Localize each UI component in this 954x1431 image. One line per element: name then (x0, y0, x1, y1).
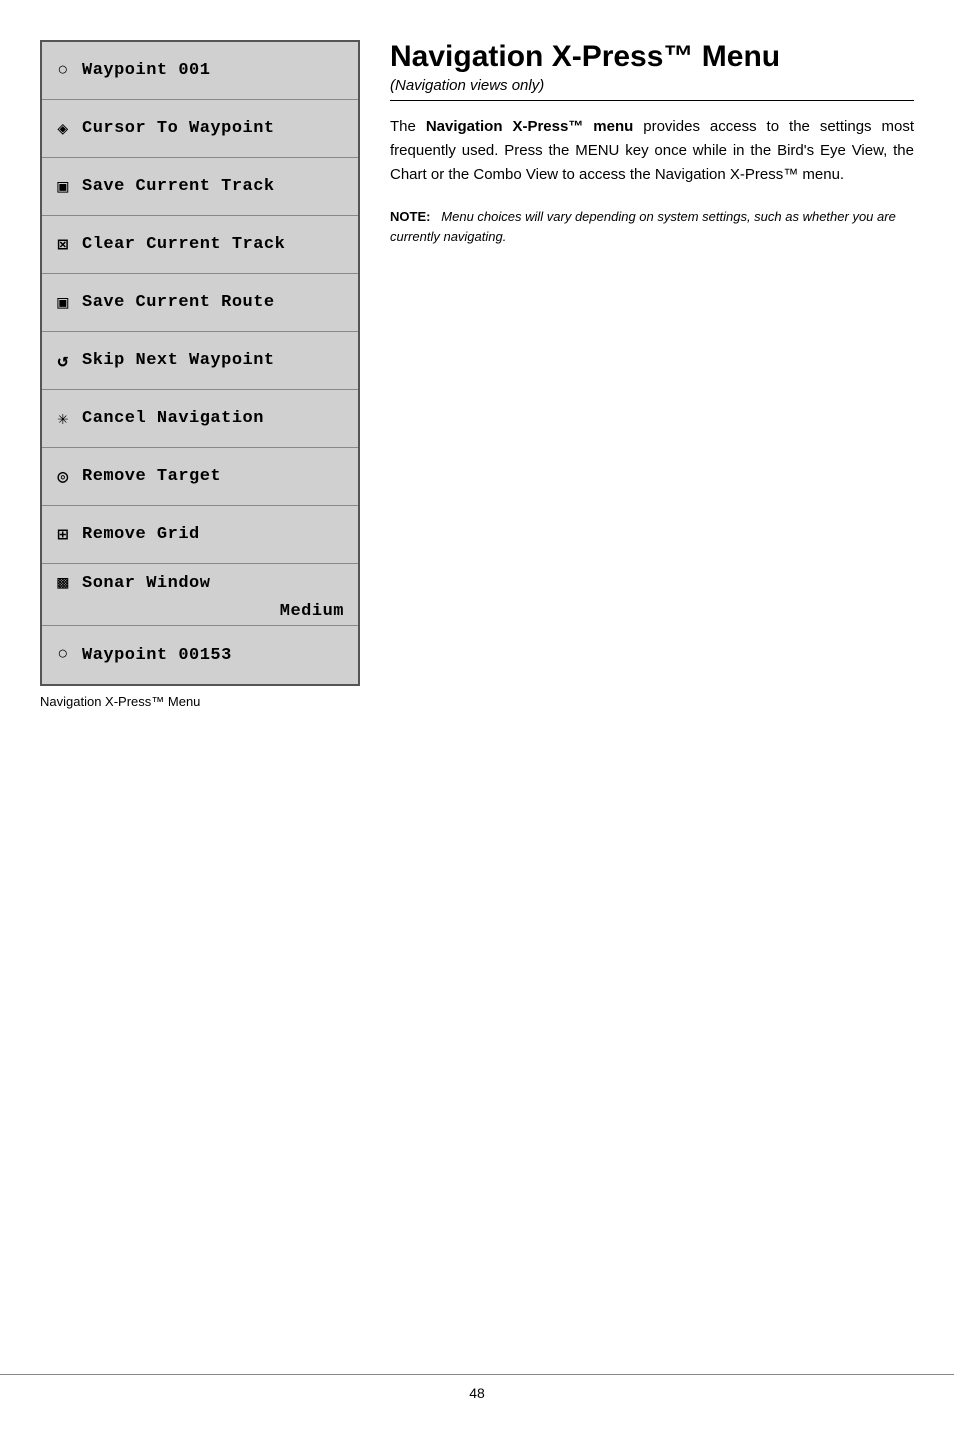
menu-item-save-current-track[interactable]: ▣ Save Current Track (42, 158, 358, 216)
page-title: Navigation X-Press™ Menu (390, 40, 914, 73)
menu-item-cancel-navigation[interactable]: ✳ Cancel Navigation (42, 390, 358, 448)
menu-item-label: Clear Current Track (82, 235, 285, 254)
sonar-window-value: Medium (280, 602, 344, 621)
save-track-icon: ▣ (52, 176, 74, 198)
menu-item-remove-grid[interactable]: ⊞ Remove Grid (42, 506, 358, 564)
footer-line (0, 1374, 954, 1375)
menu-item-label: Waypoint 00153 (82, 646, 232, 665)
remove-target-icon: ◎ (52, 466, 74, 488)
menu-item-label: Save Current Track (82, 177, 275, 196)
menu-panel: ○ Waypoint 001 ◈ Cursor To Waypoint ▣ Sa… (40, 40, 360, 1371)
content-note: NOTE: Menu choices will vary depending o… (390, 207, 914, 246)
menu-item-label: Cursor To Waypoint (82, 119, 275, 138)
skip-waypoint-icon: ↺ (52, 350, 74, 372)
note-text: Menu choices will vary depending on syst… (390, 209, 896, 244)
menu-item-label: Remove Target (82, 467, 221, 486)
save-route-icon: ▣ (52, 292, 74, 314)
menu-item-label: Save Current Route (82, 293, 275, 312)
sonar-window-icon: ▩ (52, 572, 74, 594)
title-divider (390, 100, 914, 101)
menu-item-clear-current-track[interactable]: ⊠ Clear Current Track (42, 216, 358, 274)
menu-item-sonar-window[interactable]: ▩ Sonar Window Medium (42, 564, 358, 626)
cancel-nav-icon: ✳ (52, 408, 74, 430)
cursor-icon: ◈ (52, 118, 74, 140)
remove-grid-icon: ⊞ (52, 524, 74, 546)
menu-box: ○ Waypoint 001 ◈ Cursor To Waypoint ▣ Sa… (40, 40, 360, 686)
menu-item-waypoint-00153[interactable]: ○ Waypoint 00153 (42, 626, 358, 684)
clear-track-icon: ⊠ (52, 234, 74, 256)
menu-item-label: Waypoint 001 (82, 61, 210, 80)
menu-caption: Navigation X-Press™ Menu (40, 694, 360, 709)
menu-item-skip-next-waypoint[interactable]: ↺ Skip Next Waypoint (42, 332, 358, 390)
page-subtitle: (Navigation views only) (390, 77, 914, 94)
waypoint-icon: ○ (52, 60, 74, 82)
note-label: NOTE: (390, 209, 430, 224)
menu-item-cursor-to-waypoint[interactable]: ◈ Cursor To Waypoint (42, 100, 358, 158)
menu-item-label: Sonar Window (82, 574, 210, 593)
page-footer: 48 (0, 1374, 954, 1401)
menu-item-label: Skip Next Waypoint (82, 351, 275, 370)
menu-item-save-current-route[interactable]: ▣ Save Current Route (42, 274, 358, 332)
content-panel: Navigation X-Press™ Menu (Navigation vie… (390, 40, 914, 1371)
page-number: 48 (469, 1385, 485, 1401)
content-body-text: The Navigation X-Press™ menu provides ac… (390, 115, 914, 187)
menu-item-remove-target[interactable]: ◎ Remove Target (42, 448, 358, 506)
menu-item-label: Remove Grid (82, 525, 200, 544)
waypoint-00153-icon: ○ (52, 644, 74, 666)
menu-item-label: Cancel Navigation (82, 409, 264, 428)
menu-item-waypoint-001[interactable]: ○ Waypoint 001 (42, 42, 358, 100)
